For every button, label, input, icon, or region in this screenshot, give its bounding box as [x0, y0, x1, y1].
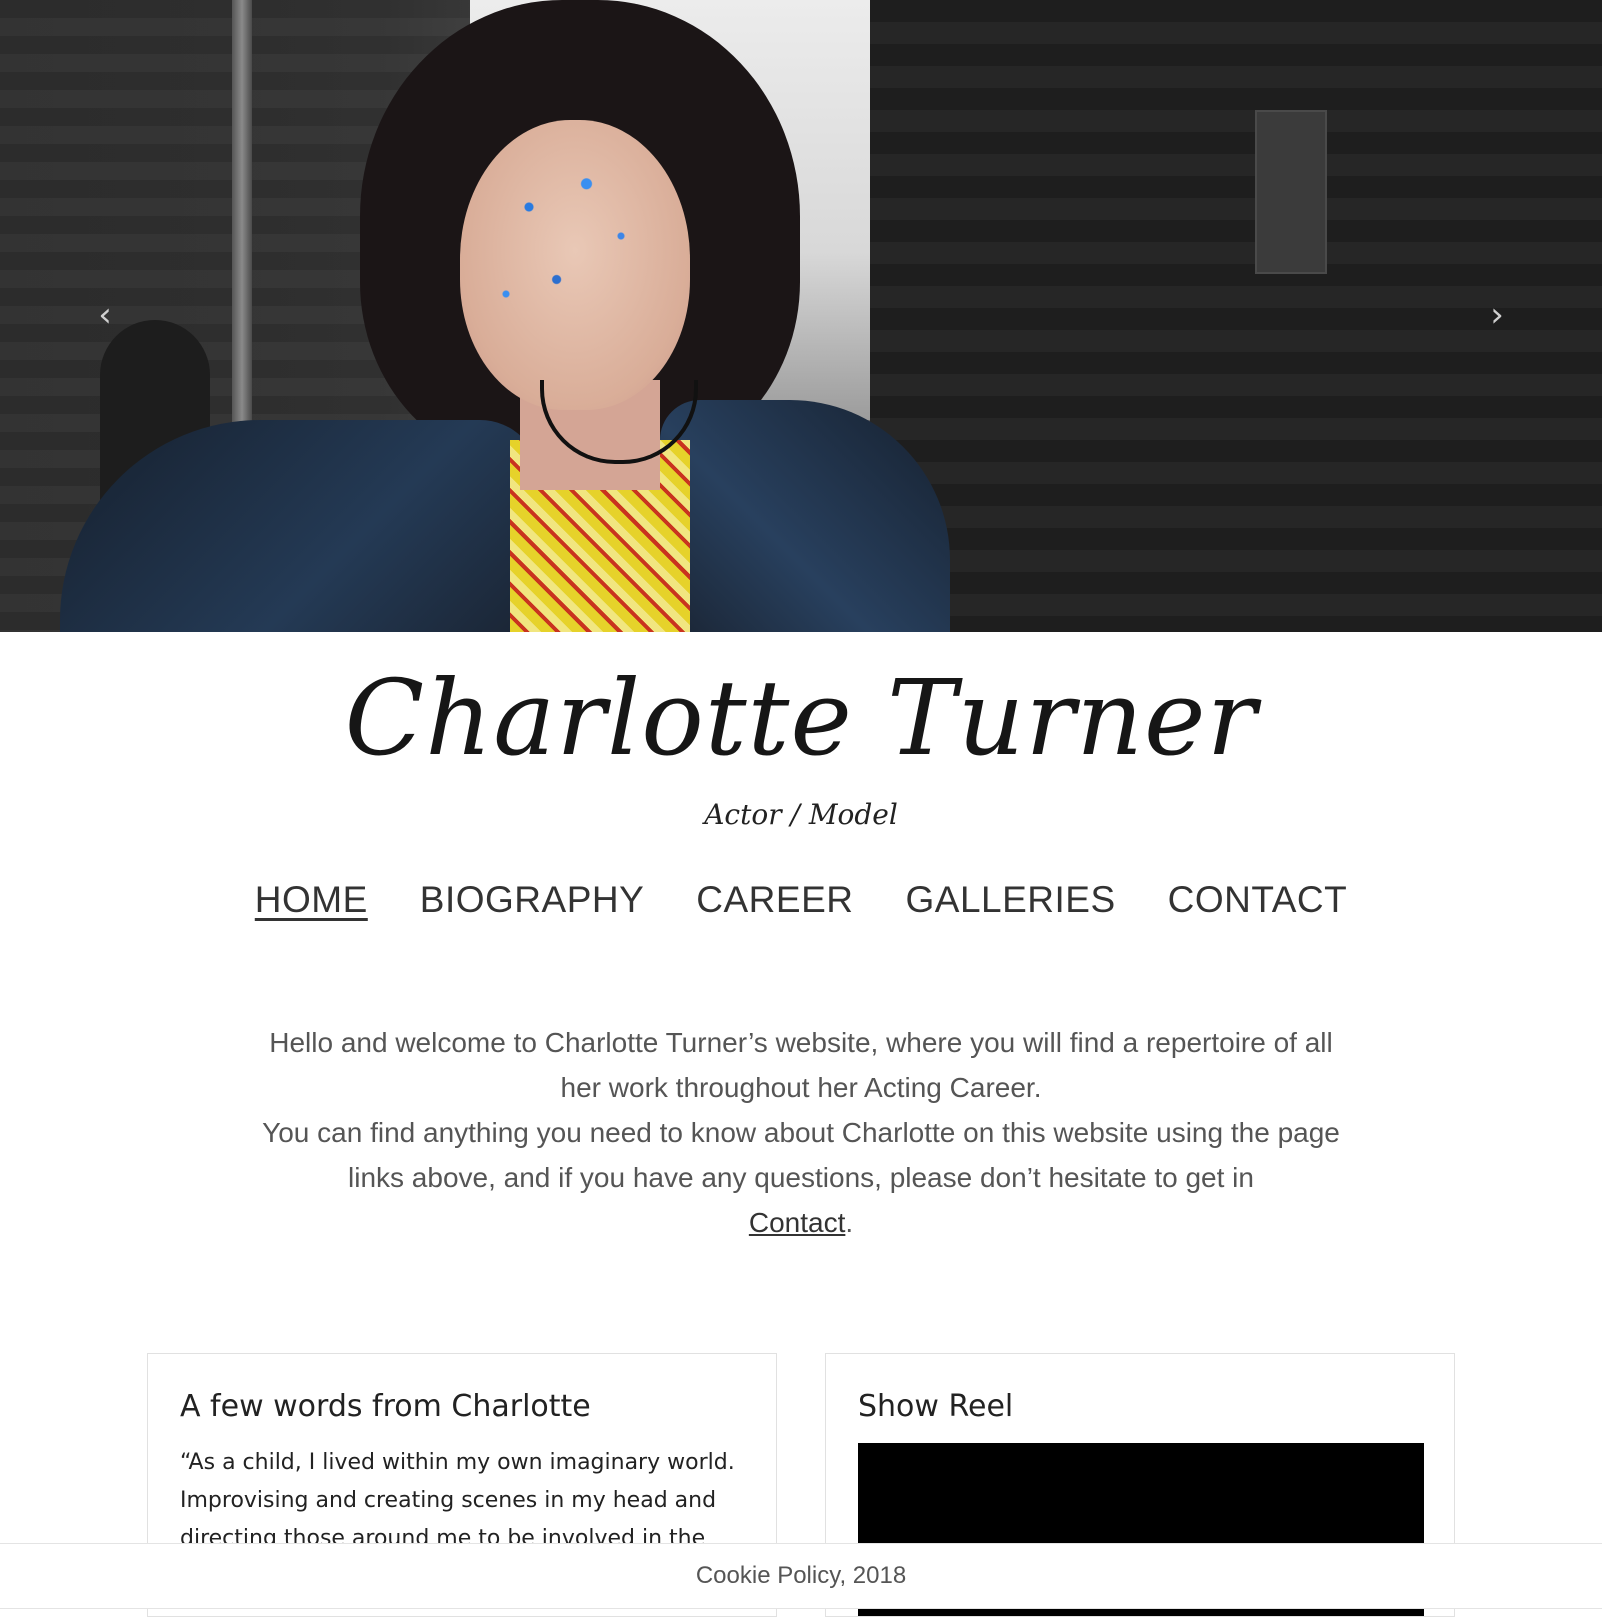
- site-subtitle: Actor / Model: [704, 798, 898, 831]
- nav-biography[interactable]: BIOGRAPHY: [420, 875, 645, 925]
- cookie-policy-link[interactable]: Cookie Policy, 2018: [696, 1562, 906, 1589]
- nav-contact[interactable]: CONTACT: [1168, 875, 1348, 925]
- words-card-title: A few words from Charlotte: [180, 1389, 591, 1424]
- nav-career[interactable]: CAREER: [696, 875, 853, 925]
- intro-line-2: You can find anything you need to know a…: [262, 1117, 1340, 1193]
- site-title: Charlotte Turner: [344, 657, 1258, 779]
- cookie-bar: Cookie Policy, 2018: [0, 1543, 1602, 1609]
- hero-photo-face: [460, 120, 690, 410]
- show-reel-title: Show Reel: [858, 1389, 1014, 1424]
- main-nav: HOME BIOGRAPHY CAREER GALLERIES CONTACT: [0, 875, 1602, 925]
- intro-line-1: Hello and welcome to Charlotte Turner’s …: [269, 1027, 1333, 1103]
- words-card-text: “As a child, I lived within my own imagi…: [180, 1450, 735, 1551]
- hero-carousel: ‹ ›: [0, 0, 1602, 632]
- nav-home[interactable]: HOME: [255, 875, 368, 925]
- carousel-prev-arrow-icon[interactable]: ‹: [90, 295, 120, 335]
- hero-photo-sign: [1255, 110, 1327, 274]
- intro-contact-link[interactable]: Contact: [749, 1207, 846, 1238]
- intro-text: Hello and welcome to Charlotte Turner’s …: [260, 1020, 1342, 1245]
- intro-period: .: [845, 1207, 854, 1238]
- carousel-next-arrow-icon[interactable]: ›: [1482, 295, 1512, 335]
- nav-galleries[interactable]: GALLERIES: [905, 875, 1115, 925]
